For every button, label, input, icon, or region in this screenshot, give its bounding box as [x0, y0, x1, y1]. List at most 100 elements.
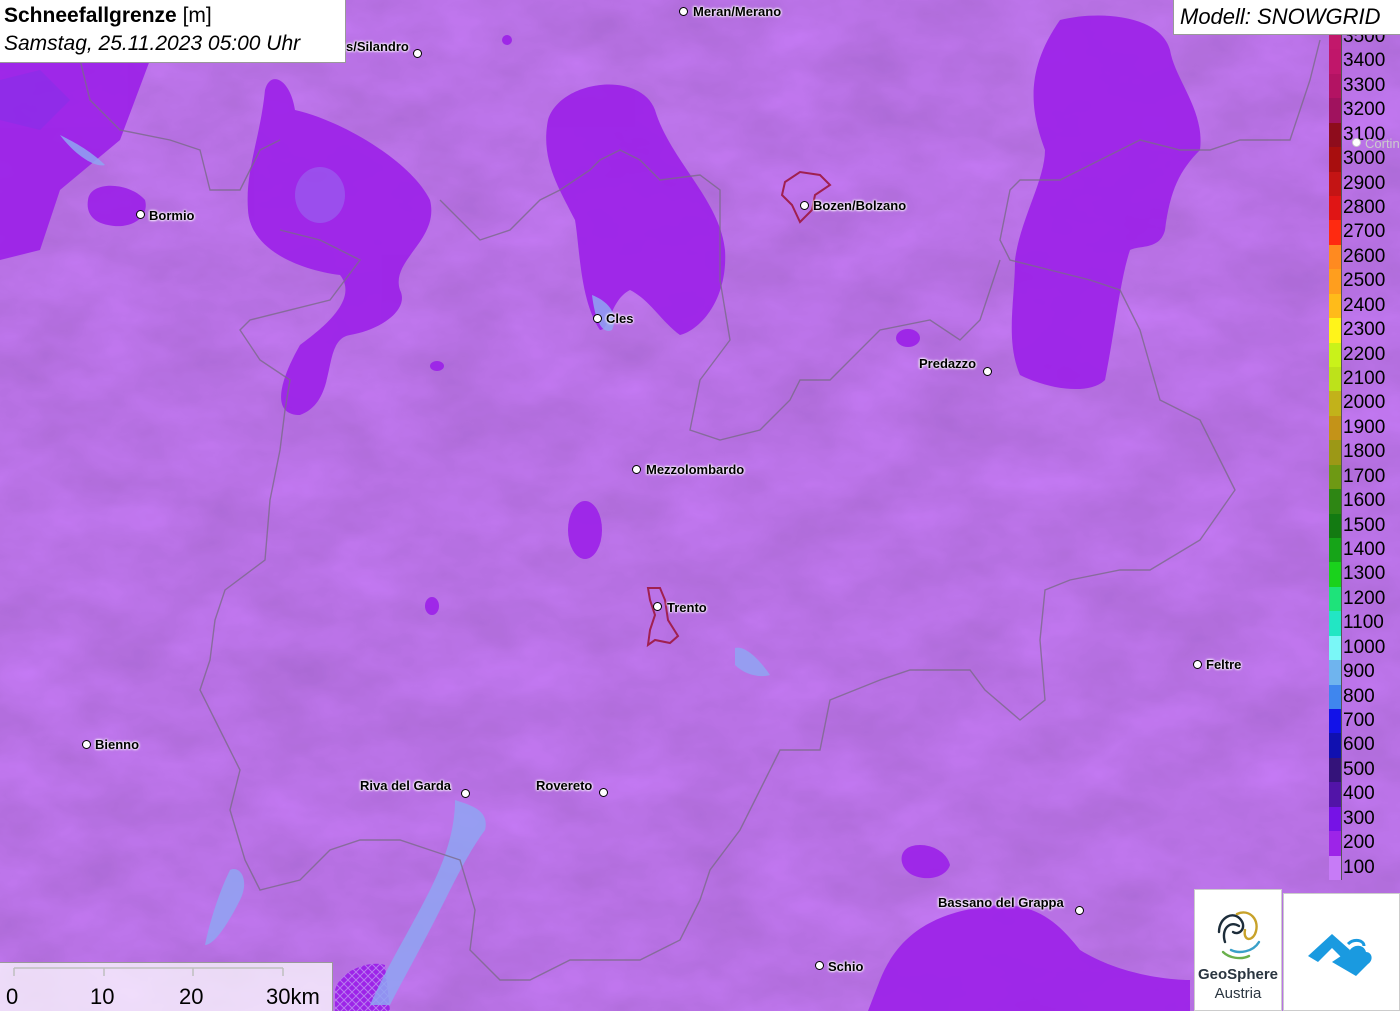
legend-label: 1100	[1343, 612, 1384, 634]
city-label-cles: Cles	[606, 311, 634, 326]
city-label-riva-del-garda: Riva del Garda	[360, 778, 452, 793]
city-label-bozen-bolzano: Bozen/Bolzano	[813, 198, 907, 213]
geosphere-logo[interactable]: GeoSphere Austria	[1194, 889, 1282, 1011]
legend-swatch	[1329, 269, 1342, 294]
city-marker-bassano-del-grappa	[1075, 906, 1084, 915]
legend-row-3500: 3500	[1328, 35, 1400, 50]
map-title-name: Schneefallgrenze	[4, 4, 177, 27]
legend-label: 500	[1343, 758, 1375, 780]
zone-small-predazzo	[896, 329, 920, 347]
legend-swatch	[1329, 318, 1342, 343]
legend-row-400: 400	[1328, 782, 1400, 807]
legend-swatch	[1329, 342, 1342, 367]
legend-label: 700	[1343, 710, 1375, 731]
legend-swatch	[1329, 513, 1342, 538]
scale-label-20: 20	[179, 984, 204, 1009]
legend-row-1300: 1300	[1328, 562, 1400, 587]
legend-label: 3400	[1343, 50, 1386, 72]
legend-row-500: 500	[1328, 757, 1400, 783]
zone-silandro-inner	[295, 167, 345, 223]
legend-row-1100: 1100	[1328, 611, 1400, 636]
legend-row-2000: 2000	[1328, 391, 1400, 416]
city-marker-predazzo	[983, 367, 992, 376]
legend-swatch	[1329, 660, 1342, 685]
map-title-unit: [m]	[182, 4, 212, 27]
city-marker-bienno	[82, 740, 91, 749]
legend-swatch	[1329, 293, 1342, 319]
legend-label: 1200	[1343, 587, 1386, 609]
legend-row-200: 200	[1328, 831, 1400, 856]
city-label-bassano-del-grappa: Bassano del Grappa	[938, 895, 1064, 910]
legend-swatch	[1329, 489, 1342, 514]
legend-row-2900: 2900	[1328, 171, 1400, 196]
city-marker-cles	[593, 314, 602, 323]
legend-row-1500: 1500	[1328, 513, 1400, 538]
legend-label: 2400	[1343, 294, 1386, 316]
city-label-bienno: Bienno	[95, 737, 140, 752]
legend-row-700: 700	[1328, 709, 1400, 734]
legend-label: 2800	[1343, 197, 1386, 218]
legend-row-2100: 2100	[1328, 367, 1400, 392]
legend-swatch	[1329, 98, 1342, 123]
legend-swatch	[1329, 244, 1342, 270]
legend-swatch	[1329, 367, 1342, 392]
weather-app-logo[interactable]	[1283, 893, 1400, 1011]
legend-swatch	[1329, 220, 1342, 245]
legend-label: 3300	[1343, 74, 1386, 96]
legend-label: 2700	[1343, 221, 1386, 243]
city-label-meran-merano: Meran/Merano	[693, 4, 782, 19]
legend-row-300: 300	[1328, 806, 1400, 832]
scale-label-0: 0	[6, 984, 19, 1009]
city-label-mezzolombardo: Mezzolombardo	[646, 462, 745, 477]
legend-label: 1600	[1343, 490, 1386, 512]
cloud-arrow-icon	[1308, 934, 1372, 976]
legend-row-1400: 1400	[1328, 538, 1400, 563]
map-title-box: Schneefallgrenze [m] Samstag, 25.11.2023…	[0, 0, 346, 63]
legend-swatch	[1329, 391, 1342, 416]
legend-label: 1700	[1343, 465, 1386, 487]
legend-swatch	[1329, 196, 1342, 221]
model-label: Modell: SNOWGRID	[1173, 0, 1400, 35]
zone-small-cles-north	[502, 35, 512, 45]
legend-swatch	[1329, 122, 1342, 148]
geosphere-text-2: Austria	[1214, 985, 1262, 1002]
geosphere-text-1: GeoSphere	[1197, 966, 1279, 983]
city-label-feltre: Feltre	[1206, 657, 1242, 672]
legend-label: 800	[1343, 685, 1375, 707]
legend-row-3200: 3200	[1328, 98, 1400, 123]
legend-label: 2000	[1343, 392, 1386, 414]
legend-swatch	[1329, 806, 1342, 832]
legend-swatch	[1329, 855, 1342, 880]
legend-label: 1300	[1343, 563, 1386, 585]
city-marker-schio	[815, 961, 824, 970]
legend-swatch	[1329, 635, 1342, 661]
city-marker-riva-del-garda	[461, 789, 470, 798]
city-marker-trento	[653, 602, 662, 611]
snowfall-limit-map[interactable]	[0, 0, 1400, 1011]
legend-swatch	[1329, 415, 1342, 441]
legend-label: 2500	[1343, 270, 1386, 292]
city-marker-mezzolombardo	[632, 465, 641, 474]
legend-label: 600	[1343, 734, 1375, 756]
legend-label: 3200	[1343, 99, 1386, 121]
legend-swatch	[1329, 35, 1342, 50]
geosphere-mark-icon	[1217, 911, 1261, 960]
legend-label: 200	[1343, 832, 1375, 854]
map-title: Schneefallgrenze [m]	[4, 2, 341, 30]
legend-label: 900	[1343, 661, 1375, 683]
legend-row-2800: 2800	[1328, 196, 1400, 221]
legend-label: 2100	[1343, 368, 1386, 389]
legend-label: 1900	[1343, 416, 1386, 438]
zone-mezzolombardo-south	[568, 501, 602, 559]
legend-row-1700: 1700	[1328, 464, 1400, 490]
color-legend: 3500 3400 3300 3200 3100 3000 2900 2800 2700 2600…	[1328, 35, 1400, 890]
city-marker-cortina	[1352, 138, 1361, 147]
legend-row-2200: 2200	[1328, 342, 1400, 367]
map-datetime: Samstag, 25.11.2023 05:00 Uhr	[4, 32, 301, 55]
legend-swatch	[1329, 73, 1342, 99]
legend-row-2300: 2300	[1328, 318, 1400, 343]
legend-swatch	[1329, 684, 1342, 709]
city-label-predazzo: Predazzo	[919, 356, 977, 371]
legend-row-3400: 3400	[1328, 49, 1400, 74]
city-label-schio: Schio	[828, 959, 864, 974]
